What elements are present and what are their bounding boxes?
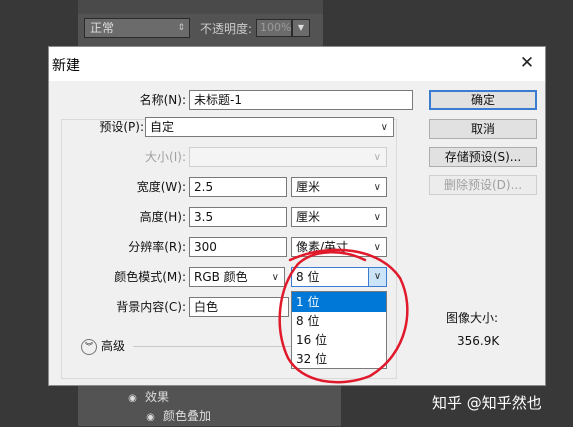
opacity-dropdown-button[interactable]: ▼ [292, 19, 310, 37]
chevron-down-icon: ∨ [373, 152, 381, 163]
advanced-toggle[interactable]: ︾ 高级 [81, 337, 125, 355]
resolution-label: 分辨率(R): [128, 240, 186, 254]
color-mode-value: RGB 颜色 [194, 270, 248, 284]
close-icon[interactable]: ✕ [515, 50, 539, 76]
chevron-down-icon: ∨ [373, 182, 381, 193]
eye-icon[interactable]: ◉ [144, 409, 157, 427]
chevron-down-icon: ∨ [373, 212, 381, 223]
preset-value: 自定 [150, 120, 175, 134]
blend-mode-select[interactable]: 正常 ⇕ [84, 18, 190, 38]
layer-item-color-overlay[interactable]: ◉ 颜色叠加 [144, 407, 211, 425]
height-unit-value: 厘米 [296, 210, 321, 224]
cancel-button[interactable]: 取消 [429, 119, 537, 139]
double-chevron-down-icon: ︾ [81, 338, 97, 355]
preset-select[interactable]: 自定 ∨ [145, 117, 394, 137]
ok-button[interactable]: 确定 [429, 90, 537, 110]
size-select[interactable]: ∨ [189, 147, 387, 167]
opacity-label: 不透明度: [200, 22, 253, 36]
width-unit-value: 厘米 [296, 180, 321, 194]
bg-content-label: 背景内容(C): [116, 300, 186, 314]
width-label: 宽度(W): [136, 180, 186, 194]
width-input[interactable]: 2.5 [189, 177, 287, 197]
eye-icon[interactable]: ◉ [126, 390, 139, 408]
save-preset-button[interactable]: 存储预设(S)... [429, 147, 537, 167]
name-label: 名称(N): [139, 93, 186, 107]
image-size-label: 图像大小: [446, 311, 499, 325]
layer-label: 效果 [145, 390, 170, 404]
layer-label: 颜色叠加 [163, 409, 212, 423]
image-size-value: 356.9K [457, 334, 500, 348]
height-label: 高度(H): [139, 210, 186, 224]
panel-toolbar [78, 0, 323, 14]
size-label: 大小(I): [145, 150, 186, 164]
dialog-titlebar: 新建 ✕ [49, 47, 545, 81]
watermark: 知乎 @知乎然也 [432, 394, 542, 412]
updown-arrow-icon: ⇕ [177, 23, 185, 33]
width-unit-select[interactable]: 厘米 ∨ [291, 177, 387, 197]
bg-content-value: 白色 [194, 300, 219, 314]
layer-item-effects[interactable]: ◉ 效果 [126, 388, 169, 406]
height-input[interactable]: 3.5 [189, 207, 287, 227]
chevron-down-icon: ∨ [380, 122, 388, 133]
delete-preset-button[interactable]: 删除预设(D)... [429, 175, 537, 195]
annotation-circle [278, 248, 409, 384]
color-mode-label: 颜色模式(M): [114, 270, 186, 284]
blend-mode-value: 正常 [90, 21, 115, 35]
preset-label: 预设(P): [99, 120, 144, 134]
divider [133, 346, 291, 347]
height-unit-select[interactable]: 厘米 ∨ [291, 207, 387, 227]
dialog-title: 新建 [52, 58, 80, 74]
advanced-label: 高级 [101, 339, 126, 353]
name-input[interactable]: 未标题-1 [189, 90, 413, 110]
opacity-input[interactable]: 100% [256, 19, 292, 37]
